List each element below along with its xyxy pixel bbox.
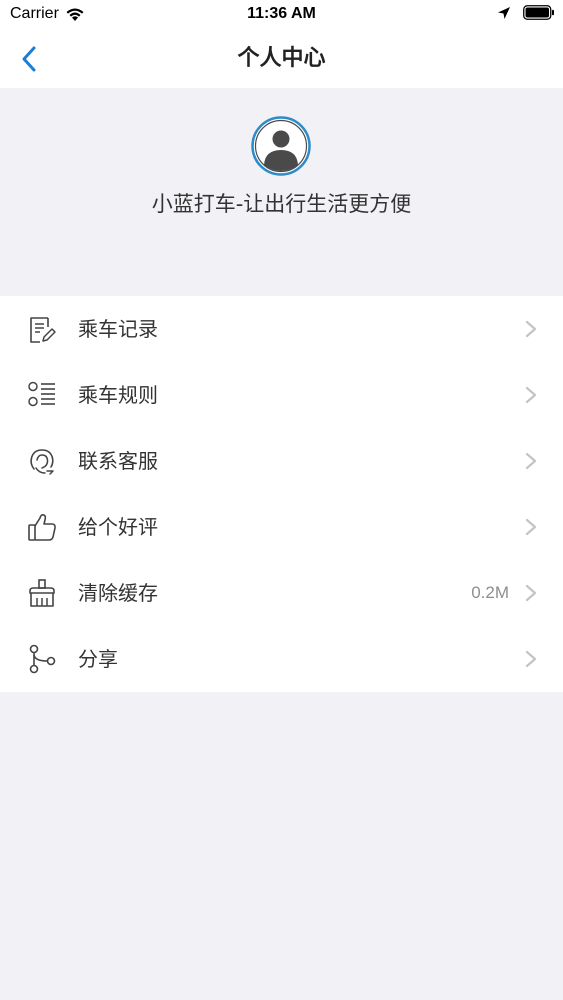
status-time: 11:36 AM	[247, 5, 316, 22]
ride-record-icon	[30, 317, 56, 343]
menu-item-rate-app[interactable]: 给个好评	[0, 494, 563, 560]
menu-item-label: 清除缓存	[78, 581, 158, 605]
profile-slogan: 小蓝打车-让出行生活更方便	[151, 192, 412, 216]
cache-size-value: 0.2M	[471, 583, 509, 602]
nav-bar: 个人中心	[0, 30, 563, 88]
share-icon	[29, 644, 56, 674]
chevron-right-icon	[525, 452, 537, 470]
menu-item-label: 分享	[78, 647, 118, 671]
menu-item-clear-cache[interactable]: 清除缓存 0.2M	[0, 560, 563, 626]
chevron-right-icon	[525, 518, 537, 536]
customer-service-icon	[30, 449, 54, 475]
menu-item-label: 给个好评	[78, 515, 158, 539]
menu-item-label: 联系客服	[78, 449, 158, 473]
settings-menu: 乘车记录 乘车规则 联系客服 给个好评 清除缓存 0.2M 分享	[0, 296, 563, 692]
broom-icon	[29, 579, 55, 607]
chevron-right-icon	[525, 650, 537, 668]
menu-item-customer-service[interactable]: 联系客服	[0, 428, 563, 494]
chevron-right-icon	[525, 584, 537, 602]
chevron-right-icon	[525, 386, 537, 404]
battery-icon	[523, 5, 554, 20]
menu-item-label: 乘车规则	[78, 383, 158, 407]
menu-item-ride-rules[interactable]: 乘车规则	[0, 362, 563, 428]
menu-item-share[interactable]: 分享	[0, 626, 563, 692]
list-icon	[28, 381, 55, 407]
thumbs-up-icon	[28, 514, 56, 541]
menu-item-ride-records[interactable]: 乘车记录	[0, 296, 563, 362]
avatar[interactable]	[251, 116, 311, 176]
status-bar: Carrier 11:36 AM	[0, 0, 563, 30]
location-arrow-icon	[498, 6, 510, 19]
chevron-right-icon	[525, 320, 537, 338]
menu-item-label: 乘车记录	[78, 317, 158, 341]
profile-header: 小蓝打车-让出行生活更方便	[0, 88, 563, 296]
status-right	[497, 5, 555, 20]
page-title: 个人中心	[237, 46, 326, 71]
